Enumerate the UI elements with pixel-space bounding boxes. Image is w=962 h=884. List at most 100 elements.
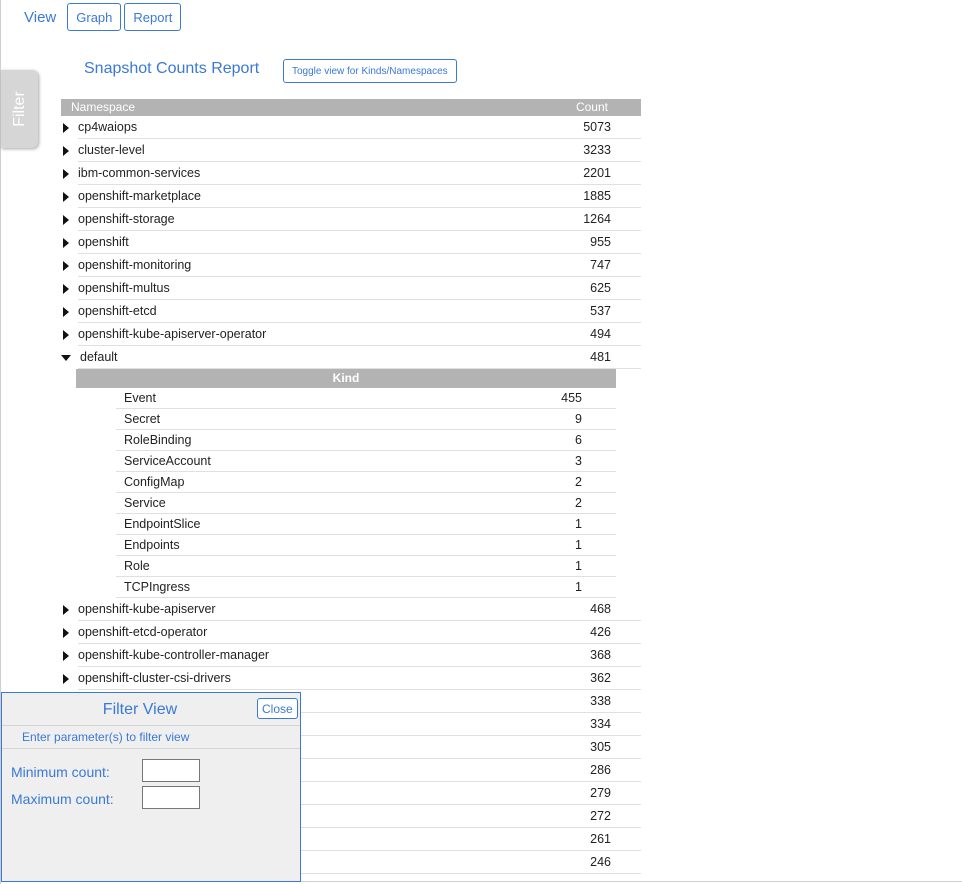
max-count-label: Maximum count:	[11, 791, 114, 807]
namespace-name: openshift-kube-apiserver-operator	[78, 327, 267, 341]
namespace-count: 747	[590, 258, 611, 272]
filter-tab-label: Filter	[10, 91, 28, 127]
namespace-count: 286	[590, 763, 611, 777]
namespace-name: cluster-level	[78, 143, 145, 157]
kind-name: RoleBinding	[124, 433, 192, 447]
kind-count: 1	[575, 559, 582, 573]
namespace-count: 2201	[583, 166, 611, 180]
kind-name: ConfigMap	[124, 475, 185, 489]
namespace-row-expanded[interactable]: default 481	[61, 346, 641, 369]
namespace-count: 3233	[583, 143, 611, 157]
kind-rows: Event 455 Secret 9 RoleBinding 6 ServiceAccoun…	[76, 388, 616, 598]
expand-triangle-icon[interactable]	[63, 651, 69, 661]
panel-divider	[2, 725, 300, 726]
panel-divider	[2, 748, 300, 749]
kind-count: 1	[575, 538, 582, 552]
toggle-view-button[interactable]: Toggle view for Kinds/Namespaces	[283, 59, 457, 83]
expand-triangle-icon[interactable]	[63, 605, 69, 615]
expand-triangle-icon[interactable]	[63, 123, 69, 133]
kind-name: Event	[124, 391, 156, 405]
namespace-count: 537	[590, 304, 611, 318]
namespace-row[interactable]: openshift-monitoring 747	[61, 254, 641, 277]
namespace-row[interactable]: cp4waiops 5073	[61, 116, 641, 139]
kind-name: Role	[124, 559, 150, 573]
expand-triangle-icon[interactable]	[63, 284, 69, 294]
namespace-row[interactable]: ibm-common-services 2201	[61, 162, 641, 185]
namespace-row[interactable]: cluster-level 3233	[61, 139, 641, 162]
namespace-row[interactable]: openshift-kube-controller-manager 368	[61, 644, 641, 667]
kind-row: TCPIngress 1	[76, 577, 616, 598]
namespace-row[interactable]: openshift-marketplace 1885	[61, 185, 641, 208]
kind-name: Secret	[124, 412, 161, 426]
top-nav: View Graph Report	[24, 3, 184, 31]
namespace-row[interactable]: openshift-cluster-csi-drivers 362	[61, 667, 641, 690]
namespace-count: 5073	[583, 120, 611, 134]
collapse-triangle-icon[interactable]	[61, 355, 71, 361]
expand-triangle-icon[interactable]	[63, 674, 69, 684]
namespace-name: openshift-monitoring	[78, 258, 192, 272]
min-count-input[interactable]	[142, 759, 200, 782]
kind-row: Role 1	[76, 556, 616, 577]
namespace-count: 481	[590, 350, 611, 364]
kind-row: ServiceAccount 3	[76, 451, 616, 472]
namespace-row[interactable]: openshift-kube-apiserver-operator 494	[61, 323, 641, 346]
namespace-count: 494	[590, 327, 611, 341]
kind-name: EndpointSlice	[124, 517, 201, 531]
kind-name: Endpoints	[124, 538, 180, 552]
kind-count: 2	[575, 496, 582, 510]
graph-button[interactable]: Graph	[67, 3, 122, 31]
kind-row: Service 2	[76, 493, 616, 514]
kind-row: RoleBinding 6	[76, 430, 616, 451]
kind-row: ConfigMap 2	[76, 472, 616, 493]
kind-count: 2	[575, 475, 582, 489]
namespace-name: openshift-multus	[78, 281, 170, 295]
namespace-count: 279	[590, 786, 611, 800]
kind-row: Endpoints 1	[76, 535, 616, 556]
view-label: View	[24, 8, 57, 26]
expand-triangle-icon[interactable]	[63, 307, 69, 317]
filter-side-tab[interactable]: Filter	[1, 70, 38, 148]
close-button[interactable]: Close	[257, 698, 298, 719]
namespace-name: openshift-kube-apiserver	[78, 602, 216, 616]
namespace-row[interactable]: openshift-etcd 537	[61, 300, 641, 323]
namespace-count: 625	[590, 281, 611, 295]
namespace-name: openshift-marketplace	[78, 189, 201, 203]
namespace-name: cp4waiops	[78, 120, 138, 134]
expand-triangle-icon[interactable]	[63, 628, 69, 638]
namespace-row[interactable]: openshift-multus 625	[61, 277, 641, 300]
namespace-count: 1885	[583, 189, 611, 203]
namespace-count: 955	[590, 235, 611, 249]
namespace-count: 468	[590, 602, 611, 616]
kind-count: 1	[575, 580, 582, 594]
expand-triangle-icon[interactable]	[63, 192, 69, 202]
expand-triangle-icon[interactable]	[63, 261, 69, 271]
expand-triangle-icon[interactable]	[63, 330, 69, 340]
kind-name: Service	[124, 496, 166, 510]
namespace-count: 261	[590, 832, 611, 846]
report-button[interactable]: Report	[124, 3, 182, 31]
expand-triangle-icon[interactable]	[63, 215, 69, 225]
expand-triangle-icon[interactable]	[63, 169, 69, 179]
kind-count: 6	[575, 433, 582, 447]
kind-row: EndpointSlice 1	[76, 514, 616, 535]
namespace-name: openshift-etcd-operator	[78, 625, 208, 639]
namespace-name: openshift	[78, 235, 129, 249]
namespace-count: 362	[590, 671, 611, 685]
namespace-column-header: Namespace	[71, 100, 136, 114]
kind-subtable: Kind Event 455 Secret 9 RoleBinding 6 ServiceA…	[76, 369, 616, 598]
filter-panel-subtitle: Enter parameter(s) to filter view	[22, 730, 190, 744]
namespace-name: openshift-storage	[78, 212, 175, 226]
namespace-count: 334	[590, 717, 611, 731]
namespace-row[interactable]: openshift-kube-apiserver 468	[61, 598, 641, 621]
max-count-input[interactable]	[142, 786, 200, 809]
namespace-count: 1264	[583, 212, 611, 226]
namespace-name: openshift-cluster-csi-drivers	[78, 671, 231, 685]
namespace-row[interactable]: openshift-etcd-operator 426	[61, 621, 641, 644]
namespace-row[interactable]: openshift 955	[61, 231, 641, 254]
expand-triangle-icon[interactable]	[63, 146, 69, 156]
namespace-count: 272	[590, 809, 611, 823]
namespace-count: 338	[590, 694, 611, 708]
namespace-row[interactable]: openshift-storage 1264	[61, 208, 641, 231]
filter-panel-title: Filter View	[102, 701, 178, 718]
expand-triangle-icon[interactable]	[63, 238, 69, 248]
